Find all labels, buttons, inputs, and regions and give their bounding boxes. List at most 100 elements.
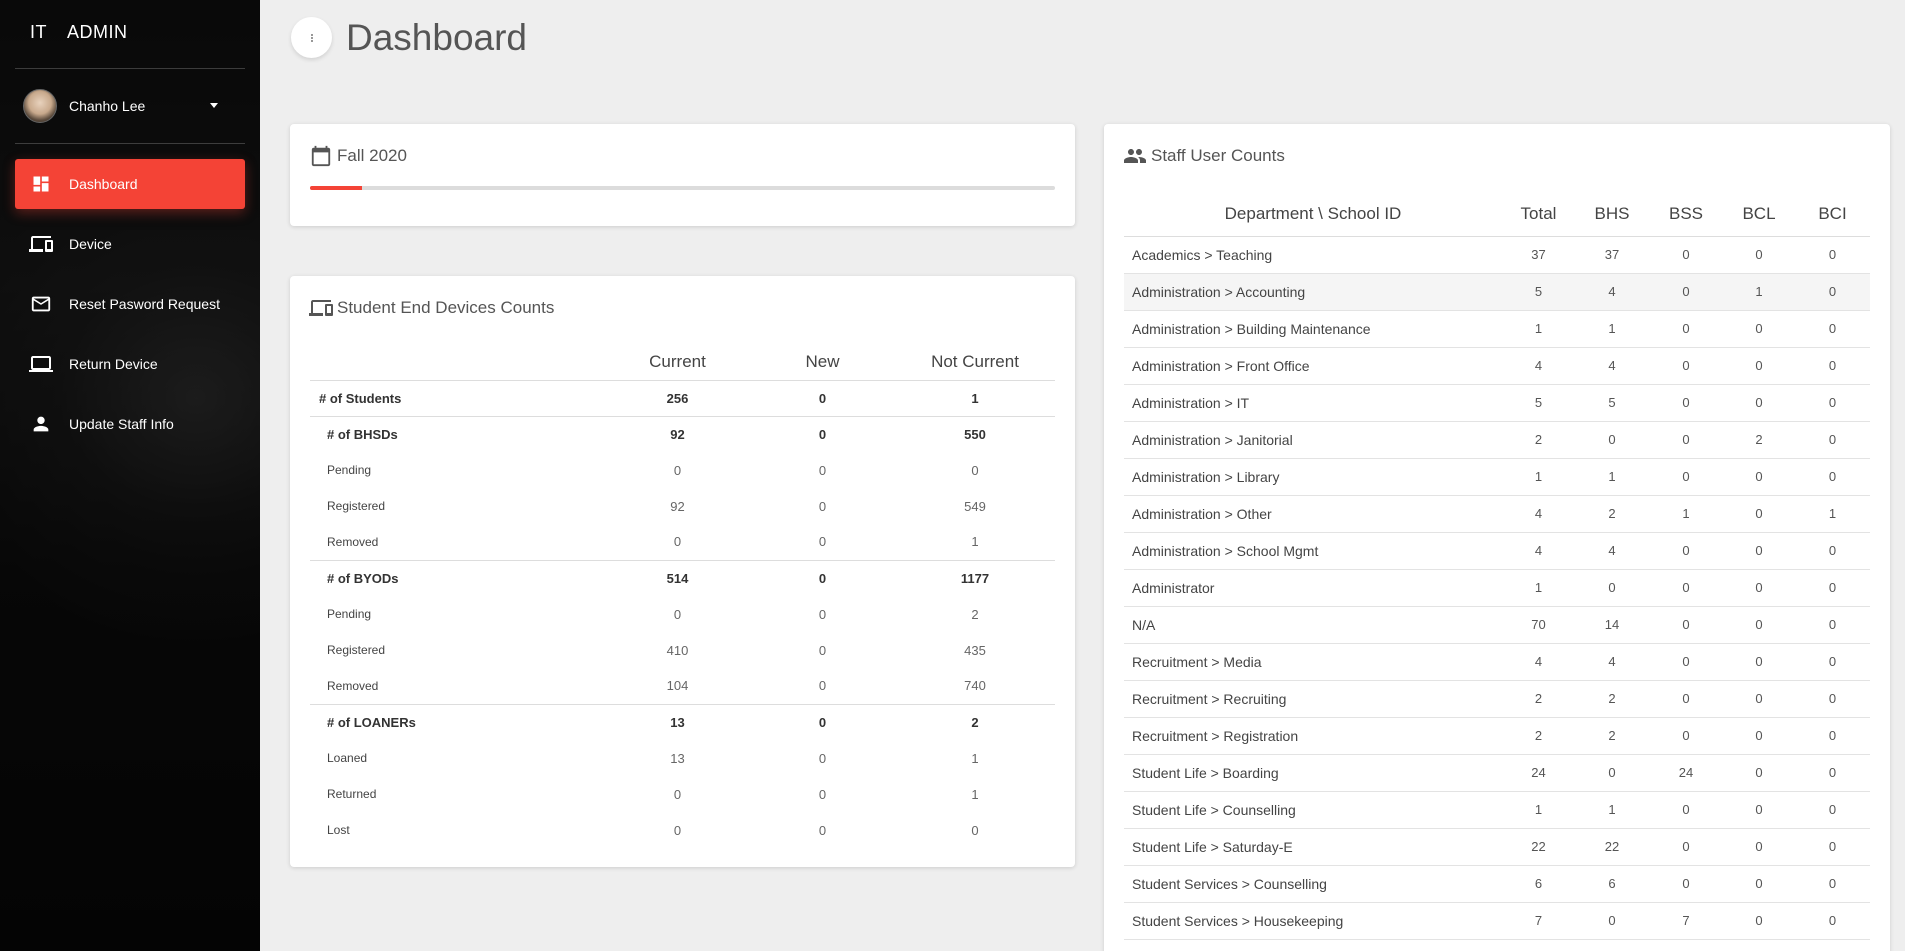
sidebar-item-reset-password[interactable]: Reset Pasword Request <box>15 279 245 329</box>
dashboard-icon <box>29 172 53 196</box>
people-icon <box>1123 144 1147 168</box>
table-row: Lost 0 0 0 <box>310 812 1055 848</box>
current-count: 514 <box>666 570 689 586</box>
table-row[interactable]: Student Life > Boarding 24 0 24 0 0 <box>1124 754 1870 792</box>
devices-icon <box>29 232 53 256</box>
table-row[interactable]: Administration > School Mgmt 4 4 0 0 0 <box>1124 532 1870 570</box>
sidebar-item-device[interactable]: Device <box>15 219 245 269</box>
bci-cell: 1 <box>1795 495 1870 533</box>
devices-icon <box>309 296 333 320</box>
brand-logo[interactable]: IT ADMIN <box>0 0 260 68</box>
staff-table: Department \ School ID Total BHS BSS BCL… <box>1124 192 1870 940</box>
row-label: Returned <box>327 787 377 801</box>
row-label: Lost <box>327 823 350 837</box>
column-header: Not Current <box>895 344 1055 381</box>
top-header: Dashboard <box>260 0 1905 75</box>
row-label: # of Students <box>310 380 605 417</box>
department-cell: Administration > Other <box>1124 495 1502 533</box>
bci-cell: 0 <box>1795 828 1870 866</box>
bcl-cell: 0 <box>1723 384 1795 422</box>
more-menu-button[interactable] <box>291 17 332 58</box>
not-current-count: 1 <box>971 786 979 802</box>
table-row[interactable]: Administrator 1 0 0 0 0 <box>1124 569 1870 607</box>
table-row: Pending 0 0 0 <box>310 452 1055 488</box>
laptop-icon <box>29 352 53 376</box>
table-row[interactable]: Recruitment > Registration 2 2 0 0 0 <box>1124 717 1870 755</box>
table-row[interactable]: Recruitment > Media 4 4 0 0 0 <box>1124 643 1870 681</box>
devices-title: Student End Devices Counts <box>309 296 554 320</box>
not-current-count: 549 <box>964 498 986 514</box>
bcl-cell: 0 <box>1723 347 1795 385</box>
bhs-cell: 0 <box>1575 421 1649 459</box>
department-cell: Administration > Library <box>1124 458 1502 496</box>
bhs-cell: 5 <box>1575 384 1649 422</box>
devices-title-text: Student End Devices Counts <box>337 298 555 317</box>
table-row[interactable]: Administration > Other 4 2 1 0 1 <box>1124 495 1870 533</box>
current-count: 13 <box>670 750 685 766</box>
column-header: Current <box>605 344 750 381</box>
department-cell: Student Services > Counselling <box>1124 865 1502 903</box>
table-row[interactable]: Administration > IT 5 5 0 0 0 <box>1124 384 1870 422</box>
table-row[interactable]: Student Life > Counselling 1 1 0 0 0 <box>1124 791 1870 829</box>
table-row[interactable]: N/A 70 14 0 0 0 <box>1124 606 1870 644</box>
department-cell: Academics > Teaching <box>1124 236 1502 274</box>
new-count: 0 <box>818 642 827 658</box>
bhs-cell: 14 <box>1575 606 1649 644</box>
column-header: Total <box>1502 192 1575 237</box>
table-row[interactable]: Administration > Accounting 5 4 0 1 0 <box>1124 273 1870 311</box>
table-row[interactable]: Student Services > Housekeeping 7 0 7 0 0 <box>1124 902 1870 940</box>
term-label: Fall 2020 <box>337 146 407 165</box>
new-count: 0 <box>818 606 827 622</box>
bcl-cell: 0 <box>1723 717 1795 755</box>
bhs-cell: 0 <box>1575 754 1649 792</box>
not-current-count: 0 <box>971 462 979 478</box>
table-row[interactable]: Academics > Teaching 37 37 0 0 0 <box>1124 236 1870 274</box>
total-cell: 2 <box>1502 421 1575 459</box>
table-row[interactable]: Administration > Building Maintenance 1 1 0… <box>1124 310 1870 348</box>
caret-down-icon <box>210 103 218 108</box>
not-current-count: 0 <box>971 822 979 838</box>
bss-cell: 0 <box>1649 273 1723 311</box>
bss-cell: 0 <box>1649 532 1723 570</box>
new-count: 0 <box>750 668 895 705</box>
column-header: New <box>750 344 895 381</box>
bcl-cell: 0 <box>1723 606 1795 644</box>
bss-cell: 0 <box>1649 828 1723 866</box>
table-row[interactable]: Administration > Janitorial 2 0 0 2 0 <box>1124 421 1870 459</box>
bss-cell: 0 <box>1649 347 1723 385</box>
bss-cell: 1 <box>1649 495 1723 533</box>
current-count: 13 <box>670 714 685 730</box>
column-header: BSS <box>1649 192 1723 237</box>
total-cell: 1 <box>1502 791 1575 829</box>
sidebar-item-update-staff[interactable]: Update Staff Info <box>15 399 245 449</box>
table-row[interactable]: Administration > Front Office 4 4 0 0 0 <box>1124 347 1870 385</box>
bhs-cell: 37 <box>1575 236 1649 274</box>
row-label: Registered <box>327 643 386 657</box>
bhs-cell: 1 <box>1575 310 1649 348</box>
row-label: # of LOANERs <box>327 714 416 730</box>
sidebar-item-dashboard[interactable]: Dashboard <box>15 159 245 209</box>
department-cell: Administration > IT <box>1124 384 1502 422</box>
table-row[interactable]: Recruitment > Recruiting 2 2 0 0 0 <box>1124 680 1870 718</box>
table-row: Removed 0 0 1 <box>310 524 1055 561</box>
bcl-cell: 0 <box>1723 643 1795 681</box>
total-cell: 1 <box>1502 569 1575 607</box>
user-menu[interactable]: Chanho Lee <box>0 69 260 143</box>
table-row[interactable]: Student Life > Saturday-E 22 22 0 0 0 <box>1124 828 1870 866</box>
total-cell: 4 <box>1502 495 1575 533</box>
bss-cell: 0 <box>1649 791 1723 829</box>
current-count: 0 <box>673 786 682 802</box>
bhs-cell: 0 <box>1575 902 1649 940</box>
bcl-cell: 2 <box>1723 421 1795 459</box>
total-cell: 4 <box>1502 643 1575 681</box>
table-row[interactable]: Student Services > Counselling 6 6 0 0 0 <box>1124 865 1870 903</box>
bhs-cell: 22 <box>1575 828 1649 866</box>
total-cell: 22 <box>1502 828 1575 866</box>
bhs-cell: 4 <box>1575 347 1649 385</box>
bci-cell: 0 <box>1795 902 1870 940</box>
sidebar-item-return-device[interactable]: Return Device <box>15 339 245 389</box>
bhs-cell: 1 <box>1575 458 1649 496</box>
table-row[interactable]: Administration > Library 1 1 0 0 0 <box>1124 458 1870 496</box>
not-current-count: 1177 <box>960 570 990 586</box>
column-header: Department \ School ID <box>1124 192 1502 237</box>
